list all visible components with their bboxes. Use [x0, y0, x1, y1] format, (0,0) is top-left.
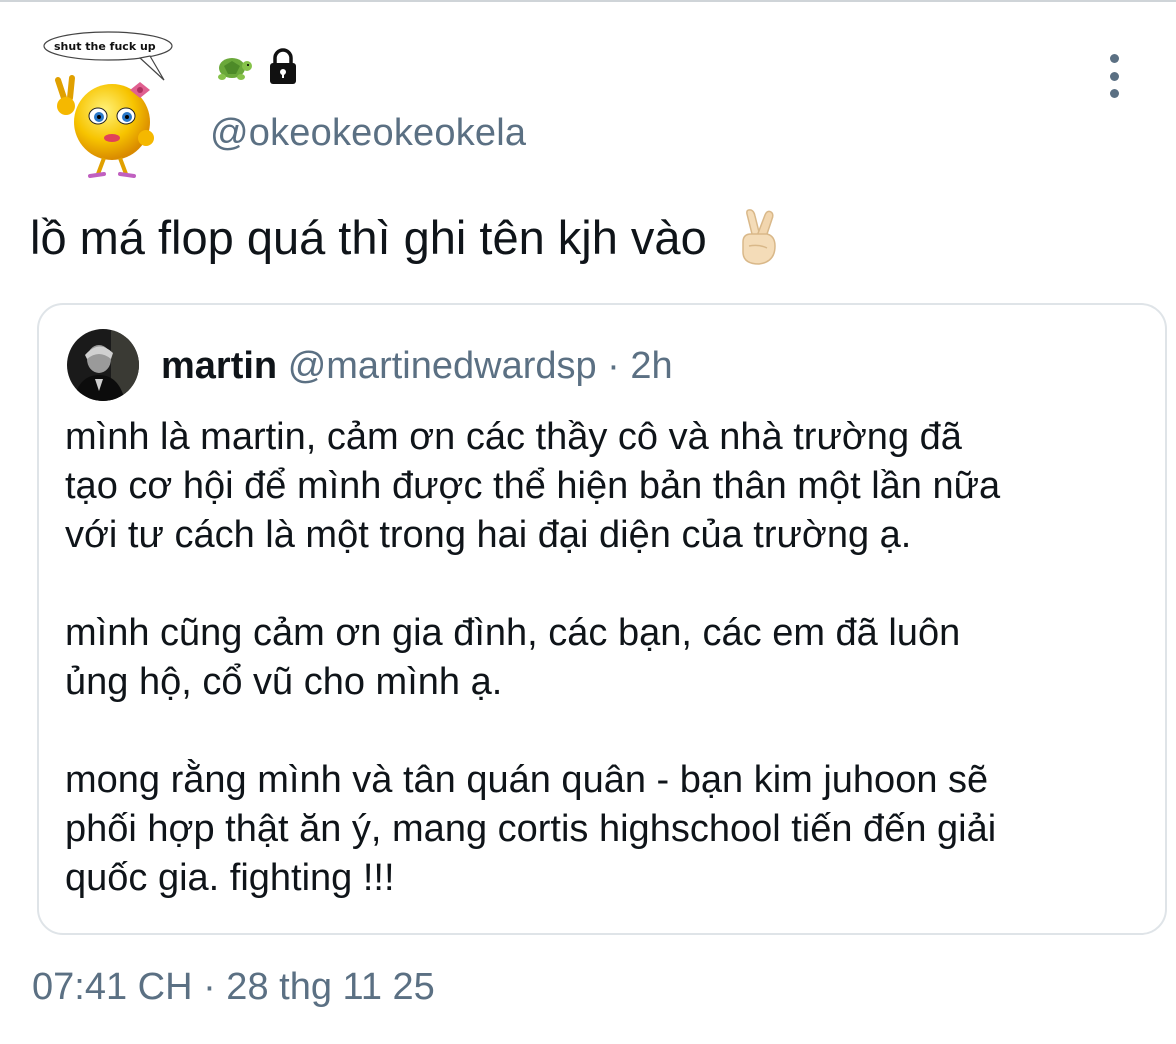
quote-author-avatar[interactable]	[67, 329, 139, 401]
quote-paragraph: mình cũng cảm ơn gia đình, các bạn, các …	[65, 612, 961, 703]
quote-header: martin @martinedwardsp · 2h	[161, 343, 673, 389]
author-name-icons	[210, 44, 304, 88]
quote-paragraph: mong rằng mình và tân quán quân - bạn ki…	[65, 759, 997, 899]
more-options-icon[interactable]	[1096, 54, 1132, 98]
tweet-text-content: lồ má flop quá thì ghi tên kjh vào	[30, 211, 707, 264]
more-dot	[1109, 71, 1119, 81]
top-divider	[0, 0, 1176, 2]
quote-author-meta: @martinedwardsp · 2h	[287, 345, 673, 387]
quote-body: mình là martin, cảm ơn các thầy cô và nh…	[65, 413, 1155, 903]
more-dot	[1109, 54, 1119, 63]
lock-icon	[270, 48, 296, 84]
tweet-timestamp[interactable]: 07:41 CH · 28 thg 11 25	[32, 966, 435, 1009]
author-handle[interactable]: @okeokeokeokela	[210, 112, 526, 155]
quote-paragraph: mình là martin, cảm ơn các thầy cô và nh…	[65, 416, 1001, 556]
more-dot	[1109, 89, 1119, 98]
turtle-icon	[218, 58, 252, 80]
tweet-text: lồ má flop quá thì ghi tên kjh vào	[30, 206, 781, 270]
crossed-fingers-icon	[741, 209, 776, 265]
quoted-tweet-card[interactable]: martin @martinedwardsp · 2h mình là mart…	[37, 303, 1167, 935]
author-avatar[interactable]: shut the fuck up	[40, 28, 180, 180]
avatar-caption: shut the fuck up	[54, 40, 156, 53]
quote-author-name[interactable]: martin	[161, 345, 277, 387]
